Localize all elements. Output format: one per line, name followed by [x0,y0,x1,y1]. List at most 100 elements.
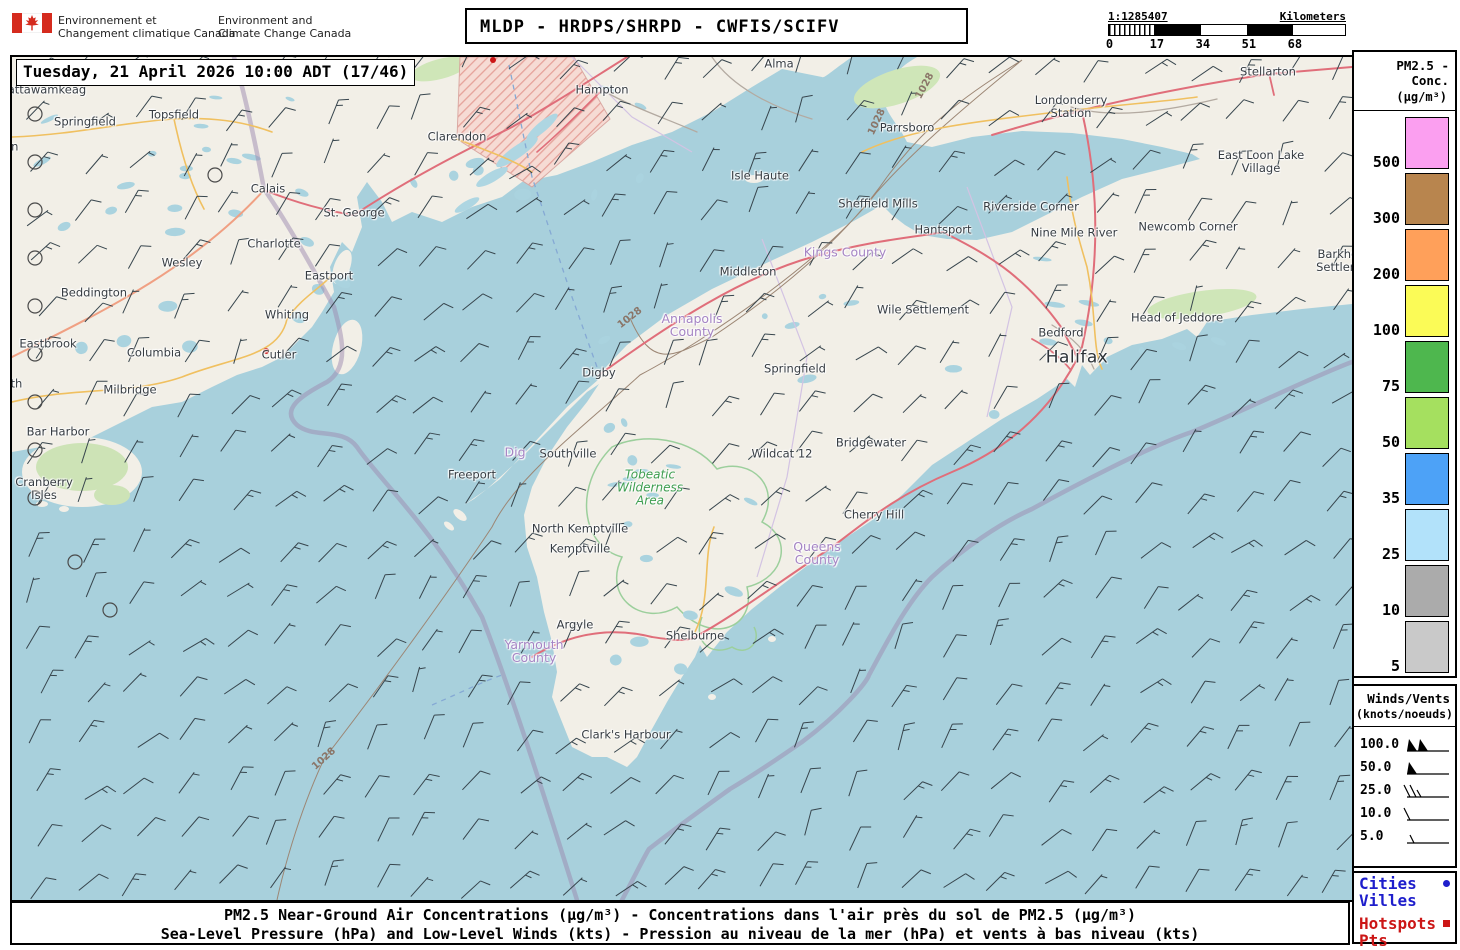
winds-legend-title: Winds/Vents [1367,691,1450,706]
pm25-level-value: 100 [1372,321,1400,339]
place-label: Cutler [261,347,297,362]
place-label: Clark's Harbour [581,727,671,742]
caption-line2: Sea-Level Pressure (hPa) and Low-Level W… [160,925,1200,943]
pm25-legend-row: 25 [1354,509,1449,563]
isobar-label: 1028 [615,305,645,331]
county-label: Kings County [803,244,887,260]
pm25-level-value: 200 [1372,265,1400,283]
scale-ratio: 1:1285407 [1108,10,1168,23]
pm25-legend-row: 50 [1354,397,1449,450]
pm25-legend-row: 75 [1354,341,1449,395]
place-label: Hampton [575,82,629,97]
scalebar-tick: 34 [1195,37,1211,51]
place-label: Wile Settlement [877,302,969,317]
place-label: Isle Haute [731,168,789,183]
place-label: Riverside Corner [983,199,1079,214]
place-label: Middleton [719,264,777,279]
place-label: Kemptville [549,541,611,556]
place-label: Shelburne [665,628,725,643]
place-label: Calais [250,181,286,196]
wind-legend-row: 100.0 [1354,733,1455,756]
pm25-level-value: 5 [1390,657,1400,675]
wind-legend-row: 25.0 [1354,779,1455,802]
page: Environnement et Changement climatique C… [0,0,1460,950]
place-label: Clarendon [427,129,487,144]
place-label: Topsfield [148,107,200,122]
place-label: Springfield [764,361,826,376]
pm25-legend-row: 100 [1354,285,1449,339]
scalebar-seg [1201,25,1247,35]
place-label: Eastbrook [19,336,77,351]
place-label: Newcomb Corner [1138,219,1238,234]
place-label: Springfield [54,114,116,129]
caption-line1: PM2.5 Near-Ground Air Concentrations (µg… [223,906,1137,924]
wind-barb-icon [1403,784,1449,798]
place-label: Southville [539,446,597,461]
place-label: St. George [323,205,385,220]
hotspots-label-fr: Pts chauds [1359,931,1417,950]
pm25-legend-row: 200 [1354,229,1449,283]
scalebar-tick: 51 [1241,37,1257,51]
pm25-level-value: 300 [1372,209,1400,227]
cities-label-fr: Villes [1359,891,1417,910]
scalebar-bar [1108,24,1346,36]
pm25-legend-row: 500 [1354,117,1449,170]
hotspot-marker-icon [1443,920,1450,927]
place-label: North Kemptville [531,521,629,536]
county-label: Queens County [793,539,841,567]
timestamp-label: Tuesday, 21 April 2026 10:00 ADT (17/46) [16,59,416,86]
scalebar-seg [1109,25,1155,35]
place-label: Freeport [448,467,496,482]
pm25-color-swatch [1405,565,1449,617]
weather-map: Tuesday, 21 April 2026 10:00 ADT (17/46)… [10,55,1354,902]
pm25-color-swatch [1405,117,1449,169]
pm25-level-value: 35 [1381,489,1400,507]
pm25-color-swatch [1405,621,1449,673]
winds-legend: Winds/Vents (knots/noeuds) 100.0 50.0 25.0… [1352,684,1457,868]
pm25-legend-row: 300 [1354,173,1449,227]
pm25-legend-title: PM2.5 - Conc. [1396,58,1449,88]
scalebar-tick: 17 [1149,37,1165,51]
wind-speed-value: 5.0 [1360,829,1384,844]
wind-barb-icon [1403,807,1449,821]
isobar-label: 1028 [309,745,339,773]
pm25-level-value: 10 [1381,601,1400,619]
wind-legend-row: 50.0 [1354,756,1455,779]
place-label: Barkhouse Settlement [1316,247,1352,274]
place-label: Eastport [304,268,354,283]
place-label: Digby [582,365,616,380]
map-scalebar: 1:1285407 Kilometers 0 17 34 51 68 [1105,10,1346,51]
markers-legend: Cities Villes Hotspots Pts chauds [1352,871,1457,950]
scalebar-seg [1247,25,1293,35]
place-label: Wildcat 12 [751,446,813,461]
wind-barb-icon [1407,738,1449,752]
scalebar-tick: 68 [1287,37,1303,51]
place-label: Cherry Hill [843,507,905,522]
pm25-color-swatch [1405,341,1449,393]
place-label: Whiting [264,307,310,322]
pm25-color-swatch [1405,397,1449,449]
wind-barb-icon [1407,834,1449,844]
wind-barb-icon [1407,761,1449,775]
place-label: Beddington [60,285,128,300]
scalebar-tick: 0 [1105,37,1114,51]
place-label: Wesley [161,255,203,270]
pm25-color-swatch [1405,509,1449,561]
place-label: Londonderry Station [1034,93,1108,120]
place-label: Parrsboro [879,120,935,135]
pm25-legend-row: 10 [1354,565,1449,619]
pm25-level-value: 25 [1381,545,1400,563]
wind-speed-value: 100.0 [1360,737,1400,752]
place-label: Cranberry Isles [15,475,73,502]
place-label: Bridgewater [835,435,907,450]
cities-label-en: Cities [1359,874,1417,893]
wind-legend-row: 10.0 [1354,802,1455,825]
place-label: Milbridge [103,382,157,397]
place-label: Head of Jeddore [1130,310,1224,325]
pm25-level-value: 75 [1381,377,1400,395]
park-label: Tobeatic Wilderness Area [617,467,683,508]
pm25-legend-row: 5 [1354,621,1449,675]
agency-name-fr: Environnement et Changement climatique C… [58,14,236,40]
pm25-color-swatch [1405,173,1449,225]
pm25-legend: PM2.5 - Conc. (µg/m³) 500 300 200 100 75 50 35… [1352,50,1457,678]
